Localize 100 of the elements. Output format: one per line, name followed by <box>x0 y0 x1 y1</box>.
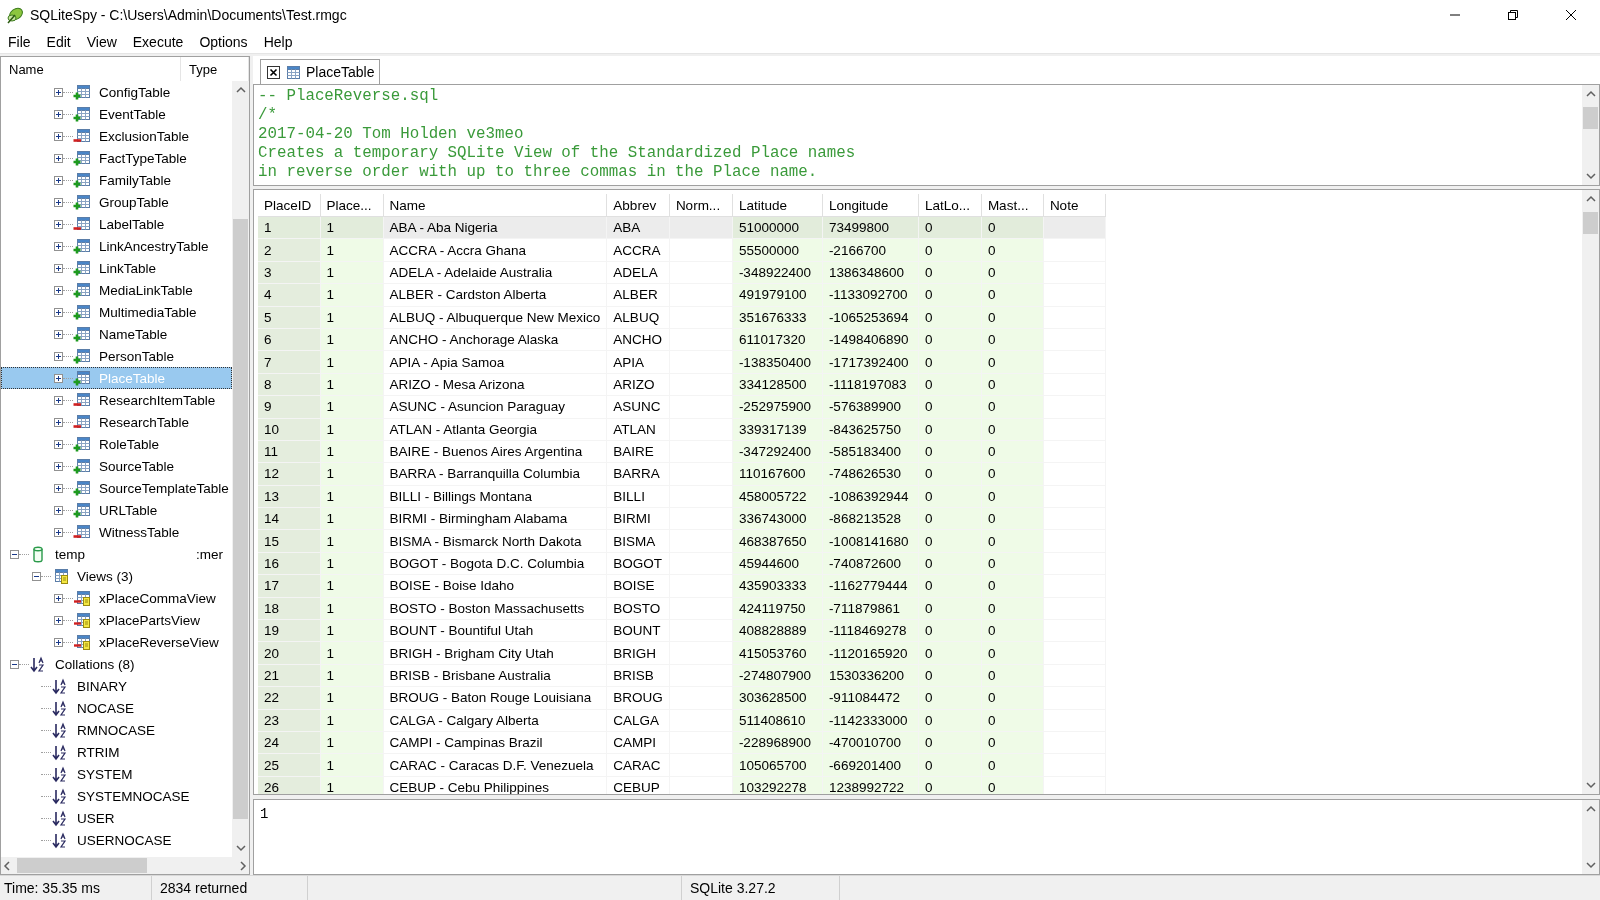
expand-icon[interactable] <box>54 263 63 273</box>
vertical-scrollbar[interactable] <box>1582 800 1599 874</box>
table-row[interactable]: 22 1 BROUG - Baton Rouge Louisiana BROUG 303628500 -911084472 0 0 <box>258 686 1106 710</box>
menu-item[interactable]: Help <box>255 30 301 53</box>
column-header[interactable]: Norm... <box>669 194 733 217</box>
scroll-down-icon[interactable] <box>1584 779 1597 791</box>
table-row[interactable]: 9 1 ASUNC - Asuncion Paraguay ASUNC -252975900 -576389900 0 0 <box>258 395 1106 418</box>
expand-icon[interactable] <box>54 109 63 119</box>
table-row[interactable]: 10 1 ATLAN - Atlanta Georgia ATLAN 339317139 -843625750 0 0 <box>258 418 1106 441</box>
table-row[interactable]: 19 1 BOUNT - Bountiful Utah BOUNT 408828889 -1118469278 0 0 <box>258 619 1106 642</box>
expand-icon[interactable] <box>54 505 63 515</box>
tree-item[interactable]: Views (3) <box>1 565 232 587</box>
table-row[interactable]: 11 1 BAIRE - Buenos Aires Argentina BAIRE -347292400 -585183400 0 0 <box>258 440 1106 463</box>
collapse-icon[interactable] <box>10 549 19 559</box>
tree-item[interactable]: ResearchItemTable <box>1 389 232 411</box>
tree-item[interactable]: MediaLinkTable <box>1 279 232 301</box>
table-row[interactable]: 8 1 ARIZO - Mesa Arizona ARIZO 334128500 -1118197083 0 0 <box>258 373 1106 396</box>
tree-item[interactable]: SYSTEMNOCASE <box>1 785 232 807</box>
table-row[interactable]: 16 1 BOGOT - Bogota D.C. Columbia BOGOT 45944600 -740872600 0 0 <box>258 552 1106 575</box>
expand-icon[interactable] <box>54 87 63 97</box>
table-row[interactable]: 14 1 BIRMI - Birmingham Alabama BIRMI 336743000 -868213528 0 0 <box>258 507 1106 530</box>
tree-item[interactable]: SourceTable <box>1 455 232 477</box>
tree-item[interactable]: RTRIM <box>1 741 232 763</box>
tree-item[interactable]: EventTable <box>1 103 232 125</box>
expand-icon[interactable] <box>54 329 63 339</box>
column-header[interactable]: LatLo... <box>918 194 982 217</box>
expand-icon[interactable] <box>54 395 63 405</box>
table-row[interactable]: 1 1 ABA - Aba Nigeria ABA 51000000 73499800 0 0 <box>258 216 1106 239</box>
tree-item[interactable]: NOCASE <box>1 697 232 719</box>
tree-item[interactable]: LinkTable <box>1 257 232 279</box>
column-header[interactable]: Longitude <box>822 194 919 217</box>
tree-item[interactable]: GroupTable <box>1 191 232 213</box>
scroll-right-icon[interactable] <box>237 859 249 872</box>
tree-item[interactable]: USER <box>1 807 232 829</box>
table-row[interactable]: 2 1 ACCRA - Accra Ghana ACCRA 55500000 -2166700 0 0 <box>258 238 1106 262</box>
scroll-down-icon[interactable] <box>234 842 247 854</box>
tree-item[interactable]: ExclusionTable <box>1 125 232 147</box>
table-row[interactable]: 20 1 BRIGH - Brigham City Utah BRIGH 415053760 -1120165920 0 0 <box>258 641 1106 665</box>
tree-item[interactable]: URLTable <box>1 499 232 521</box>
expand-icon[interactable] <box>54 615 63 625</box>
tab[interactable]: PlaceTable <box>260 59 380 84</box>
scrollbar-thumb[interactable] <box>1583 212 1598 234</box>
tree-item[interactable]: ResearchTable <box>1 411 232 433</box>
menu-item[interactable]: Edit <box>38 30 79 53</box>
tree-item[interactable]: LabelTable <box>1 213 232 235</box>
table-row[interactable]: 13 1 BILLI - Billings Montana BILLI 458005722 -1086392944 0 0 <box>258 485 1106 508</box>
table-row[interactable]: 25 1 CARAC - Caracas D.F. Venezuela CARAC 105065700 -669201400 0 0 <box>258 753 1106 777</box>
expand-icon[interactable] <box>54 219 63 229</box>
table-row[interactable]: 6 1 ANCHO - Anchorage Alaska ANCHO 611017320 -1498406890 0 0 <box>258 328 1106 351</box>
table-row[interactable]: 18 1 BOSTO - Boston Massachusetts BOSTO 424119750 -711879861 0 0 <box>258 597 1106 620</box>
scroll-down-icon[interactable] <box>1584 859 1597 871</box>
menu-item[interactable]: Execute <box>124 30 192 53</box>
expand-icon[interactable] <box>54 285 63 295</box>
tree-item[interactable]: SourceTemplateTable <box>1 477 232 499</box>
scroll-left-icon[interactable] <box>1 859 13 872</box>
vertical-scrollbar[interactable] <box>1582 190 1599 794</box>
tree-item[interactable]: Collations (8) <box>1 653 232 675</box>
scroll-down-icon[interactable] <box>1584 170 1597 182</box>
tree-item[interactable]: NameTable <box>1 323 232 345</box>
expand-icon[interactable] <box>54 461 63 471</box>
expand-icon[interactable] <box>54 351 63 361</box>
tree-item[interactable]: temp :mer <box>1 543 232 565</box>
tree-item[interactable]: FactTypeTable <box>1 147 232 169</box>
scrollbar-thumb[interactable] <box>17 858 147 873</box>
close-icon[interactable] <box>267 65 280 79</box>
tree-item[interactable]: MultimediaTable <box>1 301 232 323</box>
scrollbar-thumb[interactable] <box>233 219 248 819</box>
expand-icon[interactable] <box>54 131 63 141</box>
expand-icon[interactable] <box>54 373 63 383</box>
horizontal-scrollbar[interactable] <box>1 857 249 874</box>
column-header[interactable]: Note <box>1043 194 1106 217</box>
expand-icon[interactable] <box>54 197 63 207</box>
table-row[interactable]: 15 1 BISMA - Bismarck North Dakota BISMA 468387650 -1008141680 0 0 <box>258 529 1106 553</box>
vertical-scrollbar[interactable] <box>1582 85 1599 185</box>
table-row[interactable]: 4 1 ALBER - Cardston Alberta ALBER 491979100 -1133092700 0 0 <box>258 283 1106 307</box>
table-row[interactable]: 3 1 ADELA - Adelaide Australia ADELA -348922400 1386348600 0 0 <box>258 261 1106 284</box>
expand-icon[interactable] <box>54 241 63 251</box>
column-header[interactable]: Place... <box>320 194 383 217</box>
tree-item[interactable]: xPlacePartsView <box>1 609 232 631</box>
collapse-icon[interactable] <box>10 659 19 669</box>
tree-item[interactable]: FamilyTable <box>1 169 232 191</box>
menu-item[interactable]: File <box>0 30 39 53</box>
tree-item[interactable]: RMNOCASE <box>1 719 232 741</box>
tree-item[interactable]: PersonTable <box>1 345 232 367</box>
table-row[interactable]: 26 1 CEBUP - Cebu Philippines CEBUP 103292278 1238992722 0 0 <box>258 776 1106 794</box>
column-header[interactable]: Mast... <box>981 194 1044 217</box>
tree-item[interactable]: BINARY <box>1 675 232 697</box>
tree-item[interactable]: SYSTEM <box>1 763 232 785</box>
table-row[interactable]: 24 1 CAMPI - Campinas Brazil CAMPI -228968900 -470010700 0 0 <box>258 731 1106 754</box>
collapse-icon[interactable] <box>32 571 41 581</box>
expand-icon[interactable] <box>54 637 63 647</box>
vertical-scrollbar[interactable] <box>232 81 249 857</box>
expand-icon[interactable] <box>54 527 63 537</box>
tree-item[interactable]: USERNOCASE <box>1 829 232 851</box>
table-row[interactable]: 23 1 CALGA - Calgary Alberta CALGA 511408610 -1142333000 0 0 <box>258 709 1106 732</box>
expand-icon[interactable] <box>54 593 63 603</box>
tree-item[interactable]: xPlaceReverseView <box>1 631 232 653</box>
menu-item[interactable]: Options <box>191 30 256 53</box>
table-row[interactable]: 21 1 BRISB - Brisbane Australia BRISB -274807900 1530336200 0 0 <box>258 664 1106 687</box>
expand-icon[interactable] <box>54 175 63 185</box>
